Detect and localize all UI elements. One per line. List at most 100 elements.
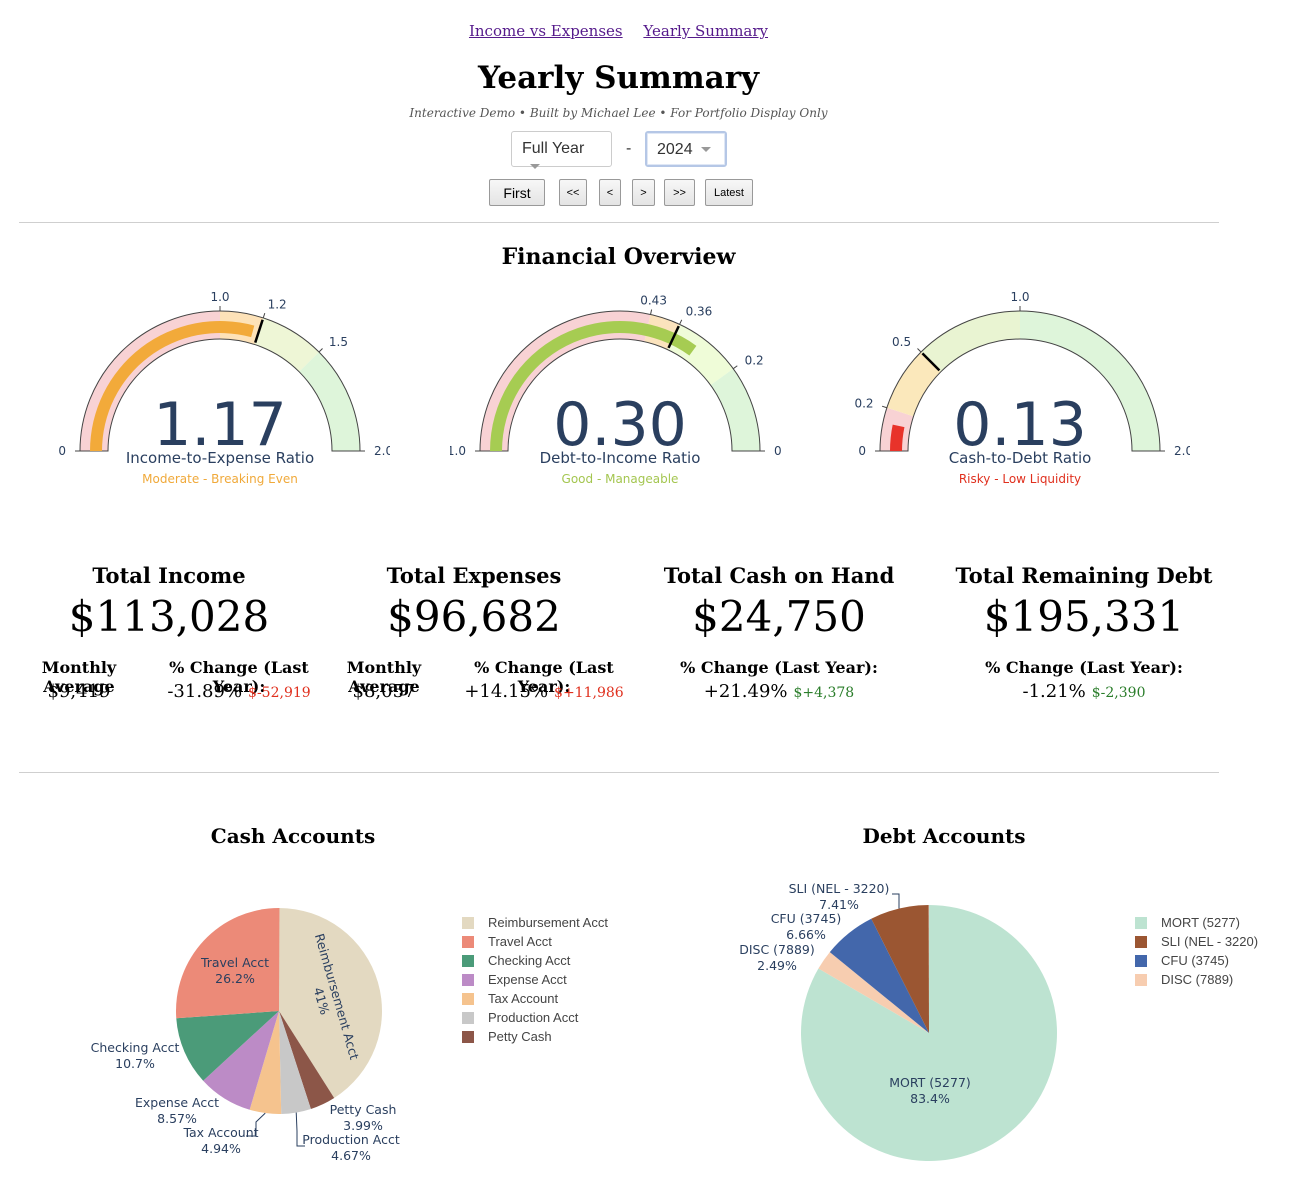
debt-change-label: % Change (Last Year):: [985, 658, 1183, 677]
period-separator: -: [626, 140, 632, 157]
total-debt-value: $195,331: [983, 592, 1185, 641]
income-avg-value: $9,419: [47, 681, 111, 702]
debt-accounts-legend: MORT (5277) SLI (NEL - 3220) CFU (3745) DIS…: [1135, 913, 1258, 989]
pie-slice-label: Travel Acct: [200, 955, 269, 970]
pie-slice-percent: 8.57%: [157, 1111, 197, 1126]
pie-slice-percent: 83.4%: [910, 1091, 950, 1106]
legend-item[interactable]: CFU (3745): [1135, 951, 1258, 970]
divider: [19, 222, 1219, 223]
legend-label: Travel Acct: [488, 934, 552, 949]
nav-link-income-vs-expenses[interactable]: Income vs Expenses: [469, 22, 623, 40]
page-subtitle: Interactive Demo • Built by Michael Lee …: [409, 106, 828, 120]
gauge-cash-to-debt: 00.20.51.02.00.13Cash-to-Debt RatioRisky…: [854, 290, 1190, 486]
gauge-tick: [679, 319, 683, 325]
pie-slice-label: CFU (3745): [771, 911, 842, 926]
total-cash-value: $24,750: [692, 592, 866, 641]
pie-slice-label: Tax Account: [182, 1125, 258, 1140]
pie-slice-percent: 26.2%: [215, 971, 255, 986]
legend-swatch: [462, 973, 474, 986]
pie-slice-label: Checking Acct: [91, 1040, 180, 1055]
gauge-status: Good - Manageable: [562, 472, 679, 486]
gauge-status: Risky - Low Liquidity: [959, 472, 1081, 486]
legend-swatch: [1135, 973, 1147, 986]
legend-item[interactable]: Reimbursement Acct: [462, 913, 608, 932]
legend-item[interactable]: MORT (5277): [1135, 913, 1258, 932]
income-change: -31.89% $-52,919: [158, 681, 320, 702]
expenses-change: +14.15% $+11,986: [463, 681, 625, 702]
period-dropdown-value: Full Year: [522, 140, 585, 157]
total-income-title: Total Income: [92, 563, 246, 588]
income-change-amount: $-52,919: [248, 685, 311, 701]
pie-slice-percent: 3.99%: [343, 1118, 383, 1133]
gauge-label: Debt-to-Income Ratio: [540, 449, 701, 467]
total-expenses-value: $96,682: [387, 592, 561, 641]
gauge-label: Cash-to-Debt Ratio: [949, 449, 1092, 467]
prev-button[interactable]: <: [599, 179, 621, 206]
legend-swatch: [1135, 935, 1147, 948]
cash-accounts-legend: Reimbursement Acct Travel Acct Checking Ac…: [462, 913, 608, 1046]
legend-item[interactable]: Expense Acct: [462, 970, 608, 989]
legend-item[interactable]: Petty Cash: [462, 1027, 608, 1046]
gauge-tick-label: 1.5: [329, 335, 348, 349]
next-button[interactable]: >: [632, 179, 655, 206]
divider: [19, 772, 1219, 773]
gauge-tick: [318, 348, 323, 353]
prev-big-button[interactable]: <<: [559, 179, 587, 206]
pie-slice-percent: 6.66%: [786, 927, 826, 942]
gauge-income-to-expense: 01.01.21.52.01.17Income-to-Expense Ratio…: [58, 290, 390, 486]
first-button[interactable]: First: [489, 179, 545, 206]
legend-item[interactable]: Tax Account: [462, 989, 608, 1008]
legend-label: DISC (7889): [1161, 972, 1234, 987]
top-nav: Income vs Expenses Yearly Summary: [0, 22, 1237, 40]
gauge-tick-label: 0: [58, 444, 66, 458]
legend-swatch: [462, 916, 474, 929]
nav-link-yearly-summary[interactable]: Yearly Summary: [643, 22, 768, 40]
legend-label: Expense Acct: [488, 972, 567, 987]
gauge-tick-label: 1.0: [450, 444, 466, 458]
gauge-tick: [881, 405, 888, 409]
year-dropdown[interactable]: 2024: [645, 131, 727, 167]
gauge-tick: [650, 309, 653, 315]
cash-accounts-title: Cash Accounts: [210, 824, 376, 848]
debt-change-amount: $-2,390: [1091, 685, 1146, 701]
cash-change: +21.49% $+4,378: [679, 681, 879, 702]
total-cash-title: Total Cash on Hand: [663, 563, 895, 588]
pie-slice-label: SLI (NEL - 3220): [789, 881, 890, 896]
cash-accounts-pie: Reimbursement Acct41%Petty Cash3.99%Prod…: [91, 908, 400, 1163]
legend-item[interactable]: Checking Acct: [462, 951, 608, 970]
legend-item[interactable]: DISC (7889): [1135, 970, 1258, 989]
legend-item[interactable]: SLI (NEL - 3220): [1135, 932, 1258, 951]
chevron-down-icon: [530, 164, 540, 170]
next-big-button[interactable]: >>: [664, 179, 695, 206]
latest-button[interactable]: Latest: [705, 179, 753, 206]
gauge-tick-label: 1.0: [210, 290, 229, 304]
legend-label: Petty Cash: [488, 1029, 552, 1044]
total-income-value: $113,028: [68, 592, 270, 641]
pie-slice-percent: 10.7%: [115, 1056, 155, 1071]
gauge-tick-label: 0.5: [892, 335, 911, 349]
gauge-tick-label: 0: [774, 444, 782, 458]
income-change-pct: -31.89%: [167, 681, 243, 702]
legend-label: Reimbursement Acct: [488, 915, 608, 930]
pie-slice-label: DISC (7889): [739, 942, 815, 957]
gauge-debt-to-income: 1.00.430.360.200.30Debt-to-Income RatioG…: [450, 294, 782, 486]
page-title: Yearly Summary: [477, 60, 760, 96]
pie-slice-percent: 7.41%: [819, 897, 859, 912]
pie-slice-label: Petty Cash: [330, 1102, 397, 1117]
gauge-tick-label: 1.0: [1010, 290, 1029, 304]
legend-item[interactable]: Production Acct: [462, 1008, 608, 1027]
pie-slice-label: MORT (5277): [889, 1075, 971, 1090]
legend-item[interactable]: Travel Acct: [462, 932, 608, 951]
gauge-tick-label: 0: [858, 444, 866, 458]
legend-label: Checking Acct: [488, 953, 571, 968]
gauge-status: Moderate - Breaking Even: [142, 472, 298, 486]
legend-label: Production Acct: [488, 1010, 579, 1025]
expenses-change-pct: +14.15%: [464, 681, 549, 702]
gauge-label: Income-to-Expense Ratio: [126, 449, 314, 467]
expenses-change-amount: $+11,986: [554, 685, 624, 701]
legend-swatch: [462, 992, 474, 1005]
total-debt-title: Total Remaining Debt: [955, 563, 1213, 588]
gauge-tick: [262, 312, 266, 319]
pie-slice-percent: 4.67%: [331, 1148, 371, 1163]
period-dropdown[interactable]: Full Year: [511, 131, 612, 170]
